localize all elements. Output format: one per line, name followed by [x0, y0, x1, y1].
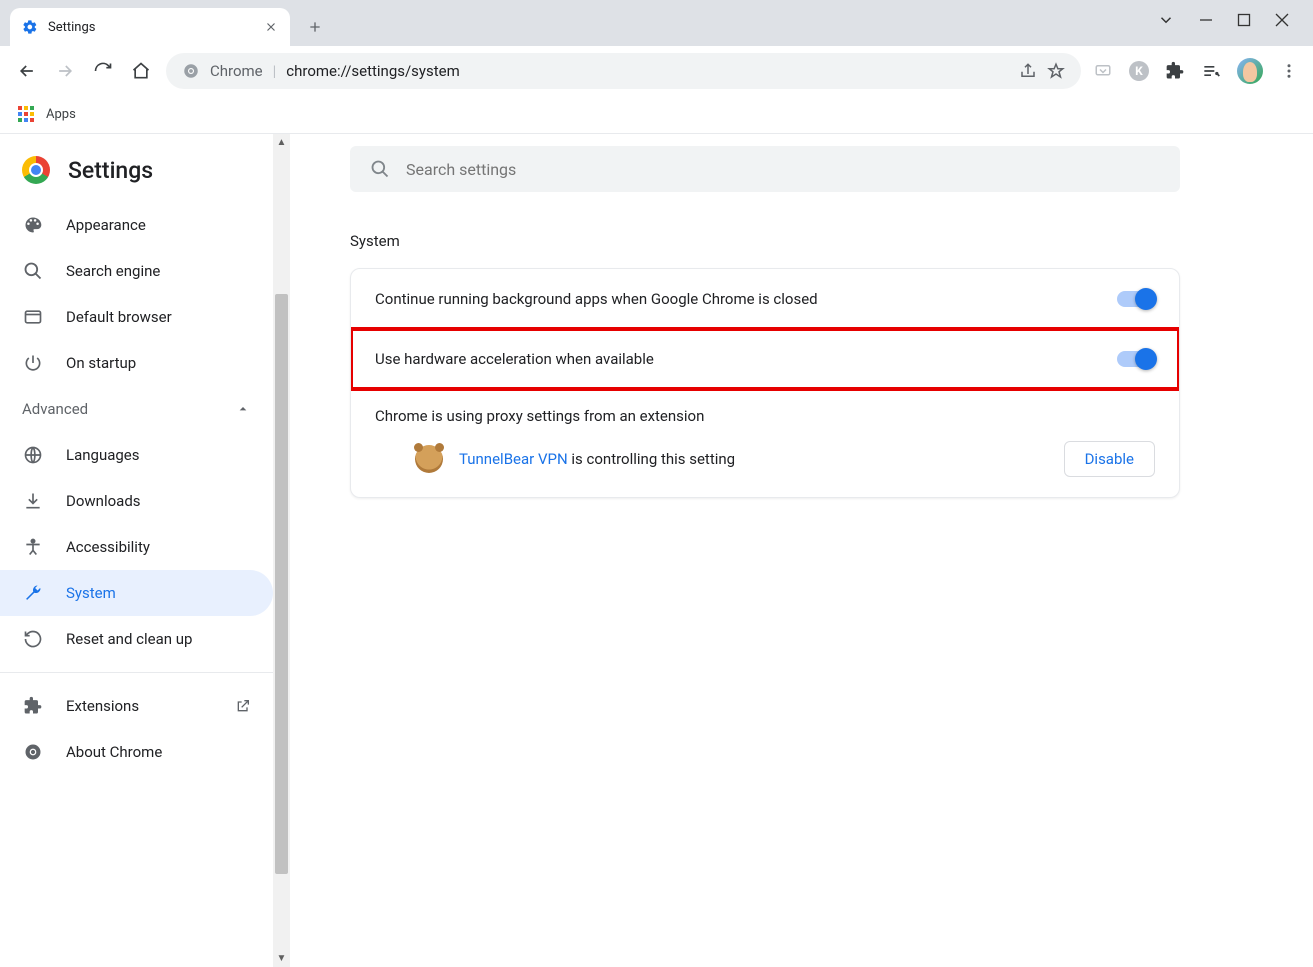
- browser-tab[interactable]: Settings: [10, 8, 290, 46]
- proxy-heading: Chrome is using proxy settings from an e…: [375, 407, 1155, 425]
- settings-sidebar: Settings Appearance Search engine Defaul…: [0, 134, 290, 967]
- sidebar-item-label: Accessibility: [66, 538, 150, 556]
- sidebar-item-label: Reset and clean up: [66, 630, 192, 648]
- forward-button[interactable]: [52, 58, 78, 84]
- chrome-menu-icon[interactable]: [1279, 61, 1299, 81]
- tunnelbear-icon: [415, 445, 443, 473]
- settings-search-input[interactable]: [406, 160, 1160, 179]
- sidebar-item-on-startup[interactable]: On startup: [0, 340, 273, 386]
- setting-row-background-apps: Continue running background apps when Go…: [351, 269, 1179, 329]
- sidebar-item-extensions[interactable]: Extensions: [0, 683, 273, 729]
- chevron-up-icon: [235, 401, 251, 417]
- section-title: System: [350, 232, 1253, 250]
- settings-search[interactable]: [350, 146, 1180, 192]
- setting-row-proxy: Chrome is using proxy settings from an e…: [351, 389, 1179, 497]
- sidebar-item-system[interactable]: System: [0, 570, 273, 616]
- sidebar-item-default-browser[interactable]: Default browser: [0, 294, 273, 340]
- sidebar-advanced-toggle[interactable]: Advanced: [0, 386, 273, 432]
- apps-icon[interactable]: [18, 106, 36, 124]
- system-settings-card: Continue running background apps when Go…: [350, 268, 1180, 498]
- sidebar-item-accessibility[interactable]: Accessibility: [0, 524, 273, 570]
- extension-k-icon[interactable]: K: [1129, 61, 1149, 81]
- wrench-icon: [22, 582, 44, 604]
- bookmark-star-icon[interactable]: [1047, 62, 1065, 80]
- restore-icon: [22, 628, 44, 650]
- pocket-icon[interactable]: [1093, 61, 1113, 81]
- chrome-small-icon: [22, 741, 44, 763]
- chrome-page-icon: [182, 62, 200, 80]
- sidebar-item-languages[interactable]: Languages: [0, 432, 273, 478]
- sidebar-item-label: About Chrome: [66, 743, 162, 761]
- chrome-logo-icon: [22, 156, 50, 184]
- media-control-icon[interactable]: [1201, 61, 1221, 81]
- toggle-background-apps[interactable]: [1117, 291, 1155, 307]
- advanced-label: Advanced: [22, 400, 88, 418]
- sidebar-item-label: Search engine: [66, 262, 160, 280]
- sidebar-item-label: Default browser: [66, 308, 172, 326]
- tab-close-icon[interactable]: [264, 20, 278, 34]
- download-icon: [22, 490, 44, 512]
- omnibox-prefix: Chrome: [210, 62, 263, 80]
- sidebar-item-label: Extensions: [66, 697, 139, 715]
- window-controls: [1133, 0, 1313, 40]
- share-icon[interactable]: [1019, 62, 1037, 80]
- back-button[interactable]: [14, 58, 40, 84]
- search-icon: [22, 260, 44, 282]
- minimize-icon[interactable]: [1199, 13, 1213, 27]
- gear-icon: [22, 19, 38, 35]
- omnibox-separator: |: [273, 62, 277, 80]
- palette-icon: [22, 214, 44, 236]
- sidebar-item-appearance[interactable]: Appearance: [0, 202, 273, 248]
- reload-button[interactable]: [90, 58, 116, 84]
- setting-label: Continue running background apps when Go…: [375, 290, 1117, 308]
- accessibility-icon: [22, 536, 44, 558]
- proxy-extension-link[interactable]: TunnelBear VPN: [459, 450, 568, 468]
- chevron-down-icon[interactable]: [1157, 11, 1175, 29]
- tab-title: Settings: [48, 20, 254, 35]
- open-external-icon: [235, 698, 251, 714]
- sidebar-item-downloads[interactable]: Downloads: [0, 478, 273, 524]
- sidebar-item-search-engine[interactable]: Search engine: [0, 248, 273, 294]
- puzzle-icon: [22, 695, 44, 717]
- toolbar: Chrome | chrome://settings/system K: [0, 46, 1313, 96]
- proxy-tail-text: is controlling this setting: [568, 450, 735, 468]
- sidebar-item-label: System: [66, 584, 116, 602]
- extensions-puzzle-icon[interactable]: [1165, 61, 1185, 81]
- apps-label[interactable]: Apps: [46, 107, 76, 122]
- sidebar-item-label: Appearance: [66, 216, 146, 234]
- disable-button[interactable]: Disable: [1064, 441, 1155, 477]
- sidebar-scrollbar[interactable]: ▲ ▼: [273, 134, 290, 967]
- sidebar-item-label: On startup: [66, 354, 136, 372]
- power-icon: [22, 352, 44, 374]
- sidebar-item-reset[interactable]: Reset and clean up: [0, 616, 273, 662]
- close-icon[interactable]: [1275, 13, 1289, 27]
- scroll-up-icon[interactable]: ▲: [273, 134, 290, 151]
- home-button[interactable]: [128, 58, 154, 84]
- toggle-hardware-accel[interactable]: [1117, 351, 1155, 367]
- scrollbar-thumb[interactable]: [275, 294, 288, 874]
- settings-title: Settings: [68, 157, 153, 184]
- titlebar: Settings: [0, 0, 1313, 46]
- scroll-down-icon[interactable]: ▼: [273, 950, 290, 967]
- settings-main: System Continue running background apps …: [290, 134, 1313, 967]
- address-bar[interactable]: Chrome | chrome://settings/system: [166, 53, 1081, 89]
- profile-avatar[interactable]: [1237, 58, 1263, 84]
- sidebar-item-label: Downloads: [66, 492, 141, 510]
- bookmarks-bar: Apps: [0, 96, 1313, 134]
- maximize-icon[interactable]: [1237, 13, 1251, 27]
- search-icon: [370, 159, 390, 179]
- setting-row-hardware-accel: Use hardware acceleration when available: [351, 329, 1179, 389]
- sidebar-item-label: Languages: [66, 446, 140, 464]
- new-tab-button[interactable]: [300, 12, 330, 42]
- browser-icon: [22, 306, 44, 328]
- omnibox-url: chrome://settings/system: [286, 62, 459, 80]
- sidebar-item-about[interactable]: About Chrome: [0, 729, 273, 775]
- sidebar-separator: [0, 672, 273, 673]
- globe-icon: [22, 444, 44, 466]
- setting-label: Use hardware acceleration when available: [375, 350, 1117, 368]
